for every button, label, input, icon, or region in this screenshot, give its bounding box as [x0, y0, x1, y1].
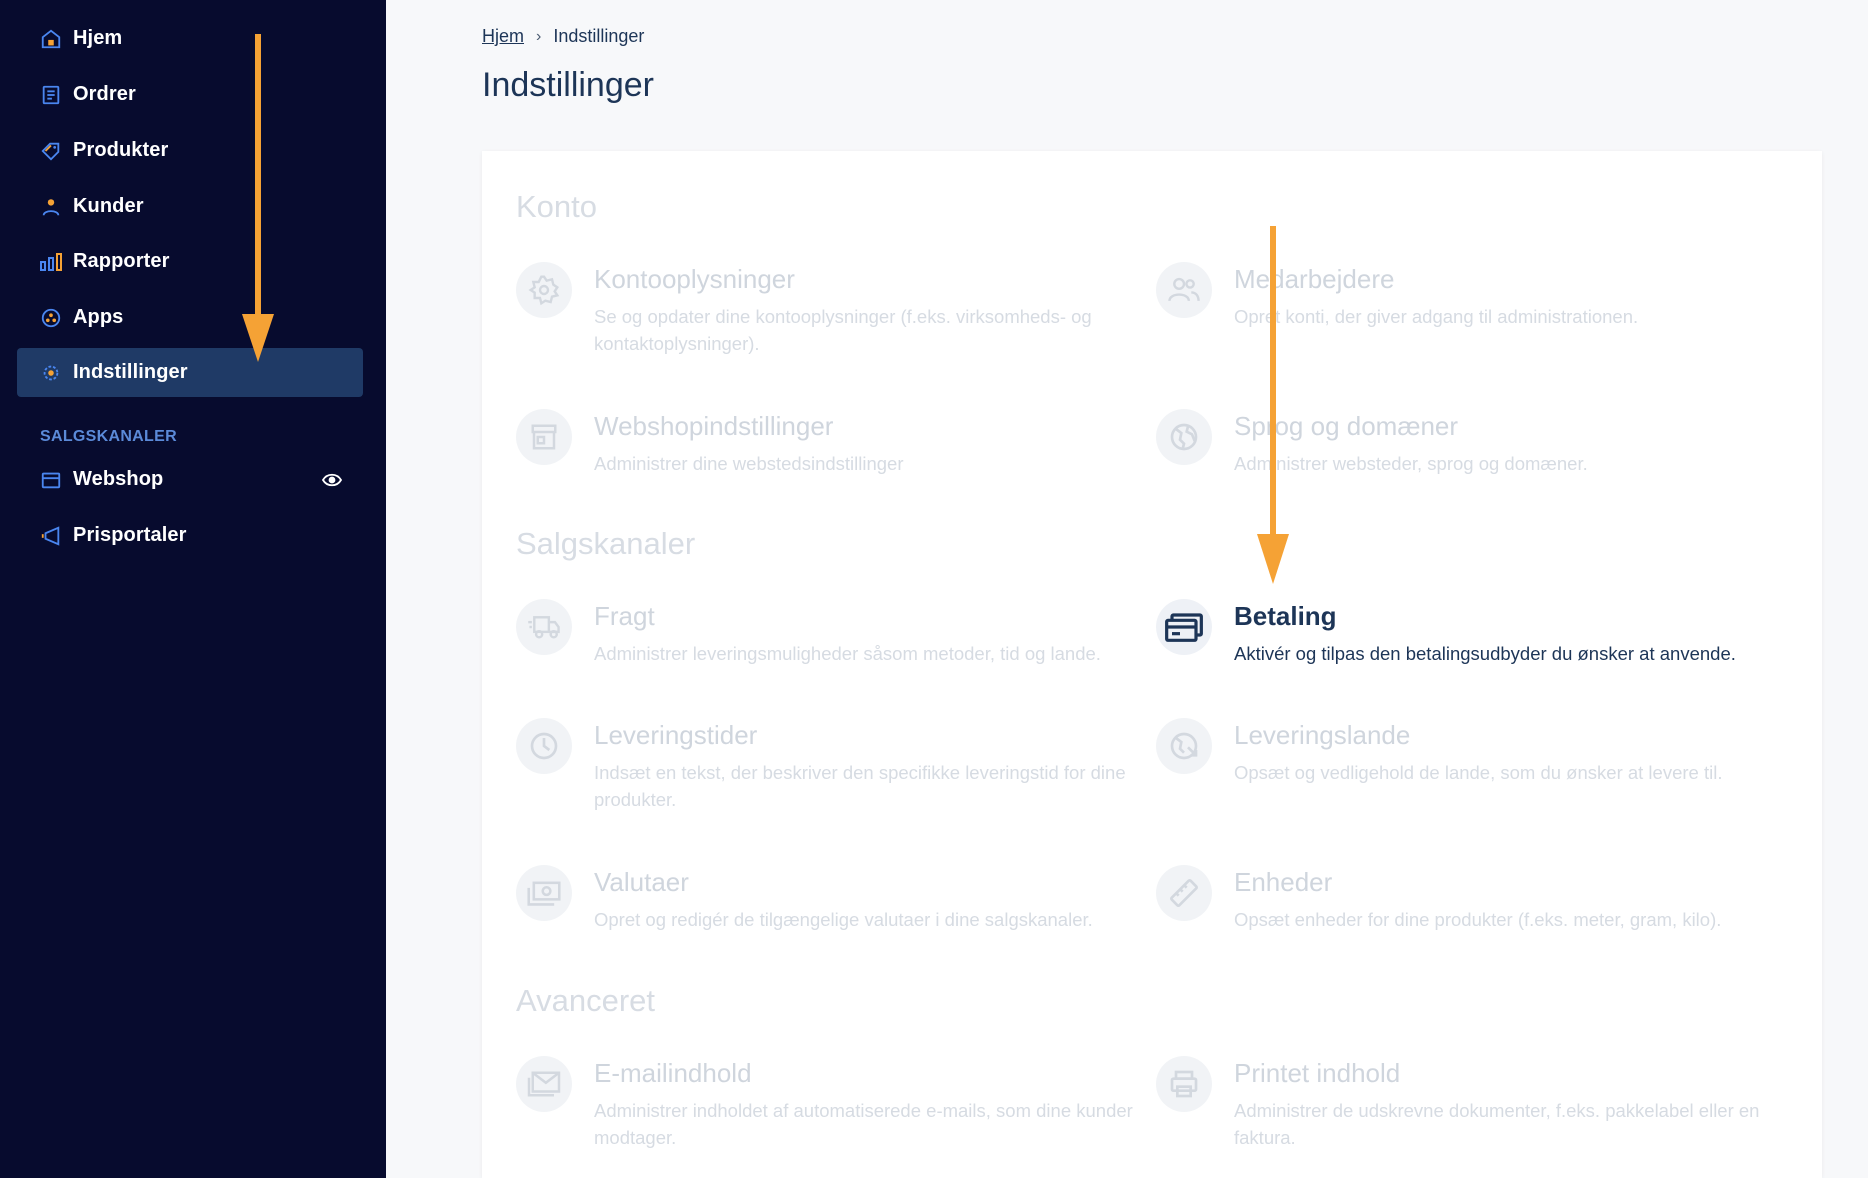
sidebar-item-ordrer[interactable]: Ordrer	[17, 70, 363, 119]
section-label-salgskanaler: SALGSKANALER	[40, 428, 177, 445]
group-title-konto: Konto	[516, 189, 598, 224]
card-description: Se og opdater dine kontooplysninger (f.e…	[594, 306, 1092, 354]
breadcrumb-current: Indstillinger	[553, 26, 645, 46]
sidebar: Hjem Ordrer Produkter Kunder Rapporter A…	[0, 0, 386, 1178]
eye-icon[interactable]	[321, 469, 343, 491]
card-title: Printet indhold	[1234, 1058, 1401, 1088]
card-title: Webshopindstillinger	[594, 411, 834, 441]
sidebar-item-label: Apps	[73, 306, 124, 328]
card-description: Administrer indholdet af automatiserede …	[594, 1100, 1133, 1148]
card-title: Kontooplysninger	[594, 264, 795, 294]
card-title: Medarbejdere	[1234, 264, 1395, 294]
card-title: E-mailindhold	[594, 1058, 752, 1088]
sidebar-item-prisportaler[interactable]: Prisportaler	[17, 511, 363, 560]
breadcrumb-home-link[interactable]: Hjem	[482, 26, 524, 47]
card-description: Administrer leveringsmuligheder såsom me…	[594, 643, 1101, 664]
gear-icon	[516, 262, 572, 318]
megaphone-icon	[39, 524, 63, 548]
card-leveringstider[interactable]: Leveringstider Indsæt en tekst, der besk…	[516, 718, 1136, 813]
card-description: Administrer websteder, sprog og domæner.	[1234, 453, 1588, 474]
sidebar-item-label: Indstillinger	[73, 361, 188, 383]
truck-icon	[516, 599, 572, 655]
mail-icon	[516, 1056, 572, 1112]
card-kontooplysninger[interactable]: Kontooplysninger Se og opdater dine kont…	[516, 262, 1136, 357]
card-title: Fragt	[594, 601, 655, 631]
card-enheder[interactable]: Enheder Opsæt enheder for dine produkter…	[1156, 865, 1776, 933]
card-description: Opsæt og vedligehold de lande, som du øn…	[1234, 762, 1723, 783]
card-title: Betaling	[1234, 601, 1337, 631]
card-sprog-og-domaener[interactable]: Sprog og domæner Administrer websteder, …	[1156, 409, 1776, 477]
bar-chart-icon	[39, 250, 63, 274]
card-description: Opret og redigér de tilgængelige valutae…	[594, 909, 1093, 930]
sidebar-item-label: Hjem	[73, 27, 123, 49]
store-icon	[39, 468, 63, 492]
sidebar-item-apps[interactable]: Apps	[17, 293, 363, 342]
globe-icon	[1156, 409, 1212, 465]
clock-icon	[516, 718, 572, 774]
settings-panel: Konto Kontooplysninger Se og opdater din…	[482, 151, 1822, 1178]
page-title: Indstillinger	[482, 66, 654, 104]
card-title: Leveringslande	[1234, 720, 1411, 750]
card-description: Indsæt en tekst, der beskriver den speci…	[594, 762, 1126, 810]
card-webshopindstillinger[interactable]: Webshopindstillinger Administrer dine we…	[516, 409, 1136, 477]
card-title: Sprog og domæner	[1234, 411, 1459, 441]
group-title-salgskanaler: Salgskanaler	[516, 526, 696, 561]
card-e-mailindhold[interactable]: E-mailindhold Administrer indholdet af a…	[516, 1056, 1136, 1151]
card-fragt[interactable]: Fragt Administrer leveringsmuligheder så…	[516, 599, 1136, 667]
sidebar-item-label: Webshop	[73, 468, 164, 490]
tag-icon	[39, 139, 63, 163]
ruler-icon	[1156, 865, 1212, 921]
apps-icon	[39, 306, 63, 330]
sidebar-item-label: Produkter	[73, 139, 169, 161]
card-title: Leveringstider	[594, 720, 758, 750]
chevron-right-icon: ›	[536, 27, 542, 45]
users-icon	[1156, 262, 1212, 318]
sidebar-item-label: Prisportaler	[73, 524, 187, 546]
card-description: Opsæt enheder for dine produkter (f.eks.…	[1234, 909, 1722, 930]
card-description: Administrer dine webstedsindstillinger	[594, 453, 904, 474]
card-betaling[interactable]: Betaling Aktivér og tilpas den betalings…	[1156, 599, 1776, 667]
card-title: Enheder	[1234, 867, 1333, 897]
card-leveringslande[interactable]: Leveringslande Opsæt og vedligehold de l…	[1156, 718, 1776, 786]
printer-icon	[1156, 1056, 1212, 1112]
card-printet-indhold[interactable]: Printet indhold Administrer de udskrevne…	[1156, 1056, 1776, 1151]
breadcrumb: Hjem › Indstillinger	[482, 26, 644, 47]
store-icon	[516, 409, 572, 465]
orders-icon	[39, 83, 63, 107]
sidebar-item-label: Ordrer	[73, 83, 136, 105]
user-icon	[39, 195, 63, 219]
sidebar-item-kunder[interactable]: Kunder	[17, 182, 363, 231]
card-description: Opret konti, der giver adgang til admini…	[1234, 306, 1639, 327]
card-description: Administrer de udskrevne dokumenter, f.e…	[1234, 1100, 1760, 1148]
card-valutaer[interactable]: Valutaer Opret og redigér de tilgængelig…	[516, 865, 1136, 933]
group-title-avanceret: Avanceret	[516, 983, 656, 1018]
sidebar-item-label: Rapporter	[73, 250, 170, 272]
sidebar-item-produkter[interactable]: Produkter	[17, 126, 363, 175]
sidebar-item-label: Kunder	[73, 195, 144, 217]
card-medarbejdere[interactable]: Medarbejdere Opret konti, der giver adga…	[1156, 262, 1776, 330]
card-title: Valutaer	[594, 867, 689, 897]
sidebar-item-indstillinger[interactable]: Indstillinger	[17, 348, 363, 397]
money-icon	[516, 865, 572, 921]
globe-arrow-icon	[1156, 718, 1212, 774]
sidebar-item-webshop[interactable]: Webshop	[17, 455, 363, 504]
home-icon	[39, 27, 63, 51]
gear-icon	[39, 361, 63, 385]
card-description: Aktivér og tilpas den betalingsudbyder d…	[1234, 643, 1736, 664]
sidebar-item-rapporter[interactable]: Rapporter	[17, 237, 363, 286]
sidebar-item-hjem[interactable]: Hjem	[17, 14, 363, 63]
credit-card-icon	[1156, 599, 1212, 655]
